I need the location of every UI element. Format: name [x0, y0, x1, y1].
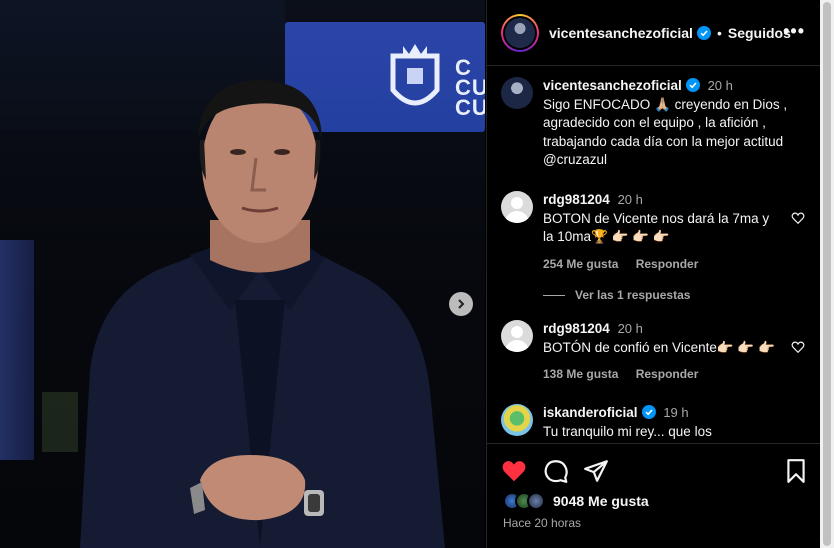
commenter-avatar[interactable] — [501, 404, 533, 436]
post-sidebar: vicentesanchezoficial • Seguidos ••• vic… — [486, 0, 821, 548]
background-figure — [0, 240, 34, 460]
following-button[interactable]: Seguidos — [728, 25, 791, 41]
author-username[interactable]: vicentesanchezoficial — [549, 25, 693, 41]
comment-username[interactable]: iskanderoficial — [543, 405, 638, 420]
post-photo: C CU CU — [0, 0, 485, 548]
chevron-right-icon — [458, 299, 465, 309]
verified-badge-icon — [641, 405, 656, 419]
bookmark-icon[interactable] — [783, 458, 809, 484]
view-replies-label: Ver las 1 respuestas — [575, 288, 691, 302]
comment-item: iskanderoficial 19 h Tu tranquilo mi rey… — [501, 404, 811, 441]
view-replies-button[interactable]: Ver las 1 respuestas — [543, 288, 690, 302]
share-icon[interactable] — [583, 458, 609, 484]
commenter-avatar[interactable] — [501, 320, 533, 352]
reply-button[interactable]: Responder — [636, 257, 699, 271]
window-scrollbar[interactable] — [820, 0, 834, 548]
comment-item: rdg981204 20 h BOTÓN de confió en Vicent… — [501, 320, 811, 384]
avatar-image — [505, 17, 535, 48]
comment-likes[interactable]: 138 Me gusta — [543, 367, 618, 381]
post-actions: 9048 Me gusta Hace 20 horas — [487, 443, 821, 548]
caption-username[interactable]: vicentesanchezoficial — [543, 78, 682, 93]
commenter-avatar[interactable] — [501, 191, 533, 223]
comments-list[interactable]: vicentesanchezoficial 20 h Sigo ENFOCADO… — [487, 67, 821, 443]
comment-text: BOTON de Vicente nos dará la 7ma y la 10… — [543, 210, 770, 245]
verified-badge-icon — [696, 25, 711, 40]
reply-button[interactable]: Responder — [636, 367, 699, 381]
likes-count[interactable]: 9048 Me gusta — [553, 493, 649, 509]
author-avatar[interactable] — [501, 13, 539, 52]
heart-outline-icon[interactable] — [791, 340, 805, 354]
comment-time: 19 h — [663, 405, 689, 420]
comment-icon[interactable] — [543, 458, 569, 484]
heart-filled-icon[interactable] — [501, 458, 527, 484]
comment-item: rdg981204 20 h BOTON de Vicente nos dará… — [501, 191, 811, 273]
comment-text: Tu tranquilo mi rey... que los — [543, 423, 712, 439]
comment-username[interactable]: rdg981204 — [543, 321, 610, 336]
caption-text: Sigo ENFOCADO 🙏🏼 creyendo en Dios , agra… — [543, 96, 788, 168]
caption-time: 20 h — [707, 78, 733, 93]
comment-text: BOTÓN de confió en Vicente👉🏻 👉🏻 👉🏻 — [543, 339, 775, 355]
likes-summary[interactable]: 9048 Me gusta — [503, 492, 649, 510]
coach-figure — [80, 80, 445, 548]
caption-avatar[interactable] — [501, 77, 533, 109]
comment-time: 20 h — [617, 192, 643, 207]
post-caption: vicentesanchezoficial 20 h Sigo ENFOCADO… — [501, 77, 801, 170]
post-header: vicentesanchezoficial • Seguidos ••• — [487, 0, 821, 66]
liker-avatar — [527, 492, 545, 510]
comment-time: 20 h — [617, 321, 643, 336]
verified-badge-icon — [685, 78, 700, 92]
comment-username[interactable]: rdg981204 — [543, 192, 610, 207]
comment-likes[interactable]: 254 Me gusta — [543, 257, 618, 271]
more-options-icon[interactable]: ••• — [783, 22, 805, 40]
post-timestamp: Hace 20 horas — [503, 516, 582, 530]
separator-dot: • — [716, 24, 722, 41]
next-photo-button[interactable] — [449, 292, 473, 316]
replies-line — [543, 294, 565, 296]
heart-outline-icon[interactable] — [791, 211, 805, 225]
